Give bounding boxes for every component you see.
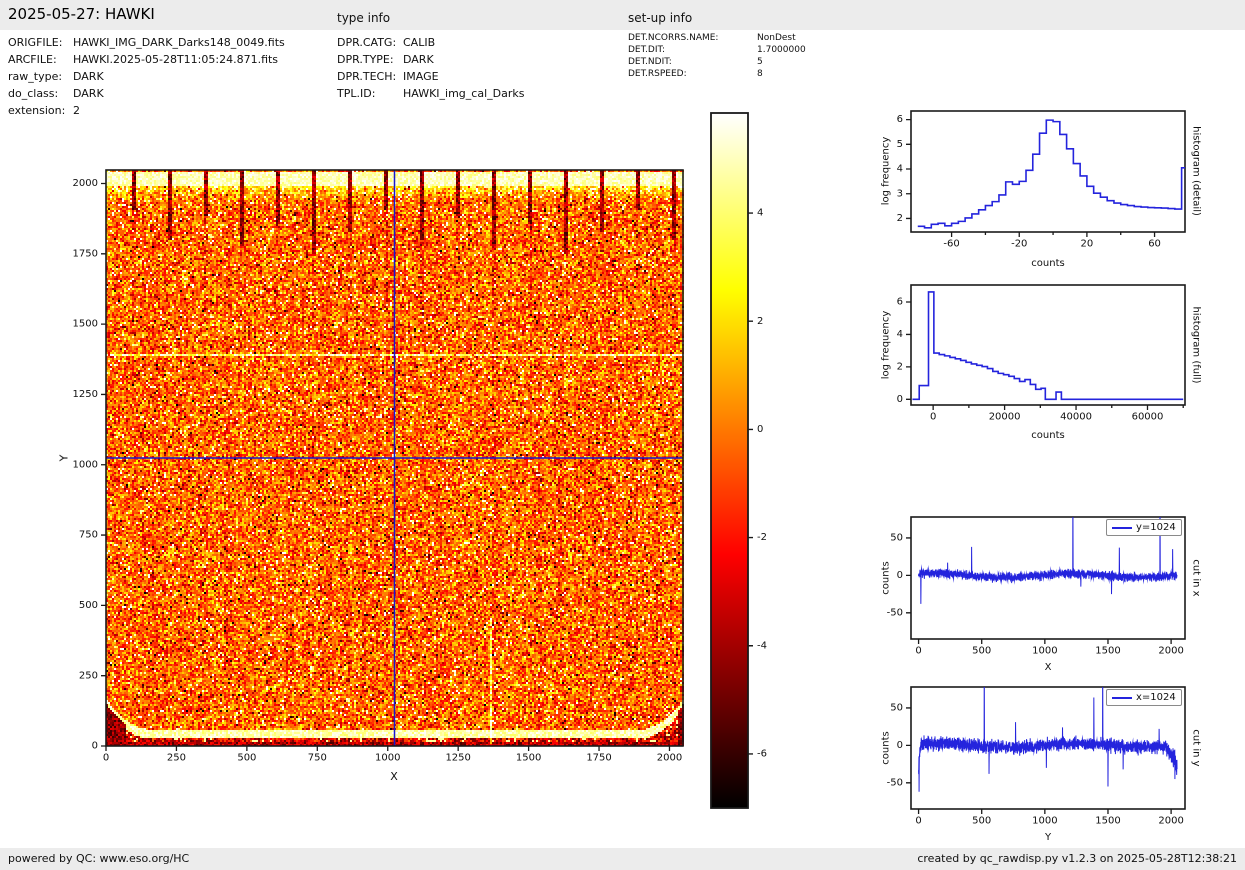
footer-created-by: created by qc_rawdisp.py v1.2.3 on 2025-…: [917, 852, 1237, 865]
header-bar: 2025-05-27: HAWKI type info set-up info: [0, 0, 1245, 30]
meta-value: IMAGE: [403, 70, 439, 83]
meta-label: DET.NCORRS.NAME:: [628, 33, 719, 43]
colorbar: [700, 101, 810, 831]
cut-x-legend: y=1024: [1106, 519, 1182, 536]
hist-detail-xlabel: counts: [1031, 258, 1065, 269]
setup-info-block: DET.NCORRS.NAME: NonDest DET.DIT: 1.700000…: [628, 32, 806, 80]
meta-row-dit: DET.DIT: 1.7000000: [628, 44, 806, 56]
meta-value: DARK: [73, 87, 104, 100]
meta-label: raw_type:: [8, 70, 63, 83]
meta-value: 1.7000000: [757, 45, 806, 55]
cut-y-ylabel: counts: [880, 731, 892, 765]
type-info-heading: type info: [337, 11, 391, 25]
hist-detail-ylabel: log frequency: [880, 136, 892, 206]
meta-label: DET.RSPEED:: [628, 69, 687, 79]
meta-row-extension: extension: 2: [8, 102, 285, 119]
meta-label: do_class:: [8, 87, 59, 100]
cut-y-legend: x=1024: [1106, 689, 1182, 706]
cut-x-side-label: cut in x: [1190, 559, 1202, 597]
meta-label: extension:: [8, 104, 66, 117]
meta-label: TPL.ID:: [337, 87, 376, 100]
meta-label: DPR.CATG:: [337, 36, 397, 49]
hist-full-side-label: histogram (full): [1190, 306, 1202, 384]
meta-row-rawtype: raw_type: DARK: [8, 68, 285, 85]
hist-full-ylabel: log frequency: [880, 310, 892, 380]
cut-y-side-label: cut in y: [1190, 729, 1202, 767]
main-xaxis-label: X: [390, 770, 398, 783]
meta-row-dprcatg: DPR.CATG: CALIB: [337, 34, 524, 51]
footer-powered-by: powered by QC: www.eso.org/HC: [8, 852, 190, 865]
meta-value: NonDest: [757, 33, 796, 43]
meta-label: DET.DIT:: [628, 45, 666, 55]
meta-value: HAWKI_IMG_DARK_Darks148_0049.fits: [73, 36, 285, 49]
meta-row-rspeed: DET.RSPEED: 8: [628, 68, 806, 80]
legend-line-sample: [1112, 696, 1132, 699]
meta-row-origfile: ORIGFILE: HAWKI_IMG_DARK_Darks148_0049.fi…: [8, 34, 285, 51]
legend-line-sample: [1112, 526, 1132, 529]
meta-value: HAWKI_img_cal_Darks: [403, 87, 525, 100]
footer-bar: powered by QC: www.eso.org/HC created by…: [0, 848, 1245, 870]
meta-value: HAWKI.2025-05-28T11:05:24.871.fits: [73, 53, 279, 66]
page-title: 2025-05-27: HAWKI: [8, 5, 155, 23]
meta-label: DPR.TYPE:: [337, 53, 394, 66]
legend-label: y=1024: [1136, 522, 1176, 533]
hist-detail-side-label: histogram (detail): [1190, 126, 1202, 216]
meta-row-ndit: DET.NDIT: 5: [628, 56, 806, 68]
meta-value: DARK: [73, 70, 104, 83]
meta-label: DPR.TECH:: [337, 70, 397, 83]
meta-value: 8: [757, 69, 763, 79]
meta-row-ncorrs: DET.NCORRS.NAME: NonDest: [628, 32, 806, 44]
meta-label: ORIGFILE:: [8, 36, 63, 49]
type-info-block: DPR.CATG: CALIB DPR.TYPE: DARK DPR.TECH: IM…: [337, 34, 524, 102]
meta-value: DARK: [403, 53, 434, 66]
meta-value: 5: [757, 57, 763, 67]
cut-x-ylabel: counts: [880, 561, 892, 595]
meta-label: ARCFILE:: [8, 53, 57, 66]
meta-row-doclass: do_class: DARK: [8, 85, 285, 102]
file-info-block: ORIGFILE: HAWKI_IMG_DARK_Darks148_0049.fi…: [8, 34, 285, 119]
legend-label: x=1024: [1136, 692, 1176, 703]
meta-row-arcfile: ARCFILE: HAWKI.2025-05-28T11:05:24.871.fi…: [8, 51, 285, 68]
meta-row-tplid: TPL.ID: HAWKI_img_cal_Darks: [337, 85, 524, 102]
main-yaxis-label: Y: [57, 454, 71, 462]
setup-info-heading: set-up info: [628, 11, 693, 25]
meta-label: DET.NDIT:: [628, 57, 672, 67]
meta-value: CALIB: [403, 36, 436, 49]
detector-image-plot: [40, 150, 720, 810]
meta-row-dprtech: DPR.TECH: IMAGE: [337, 68, 524, 85]
meta-row-dprtype: DPR.TYPE: DARK: [337, 51, 524, 68]
meta-value: 2: [73, 104, 80, 117]
histogram-full-plot: [868, 269, 1202, 431]
cut-y-xlabel: Y: [1044, 832, 1052, 843]
hist-full-xlabel: counts: [1031, 430, 1065, 441]
histogram-detail-plot: [868, 95, 1202, 257]
